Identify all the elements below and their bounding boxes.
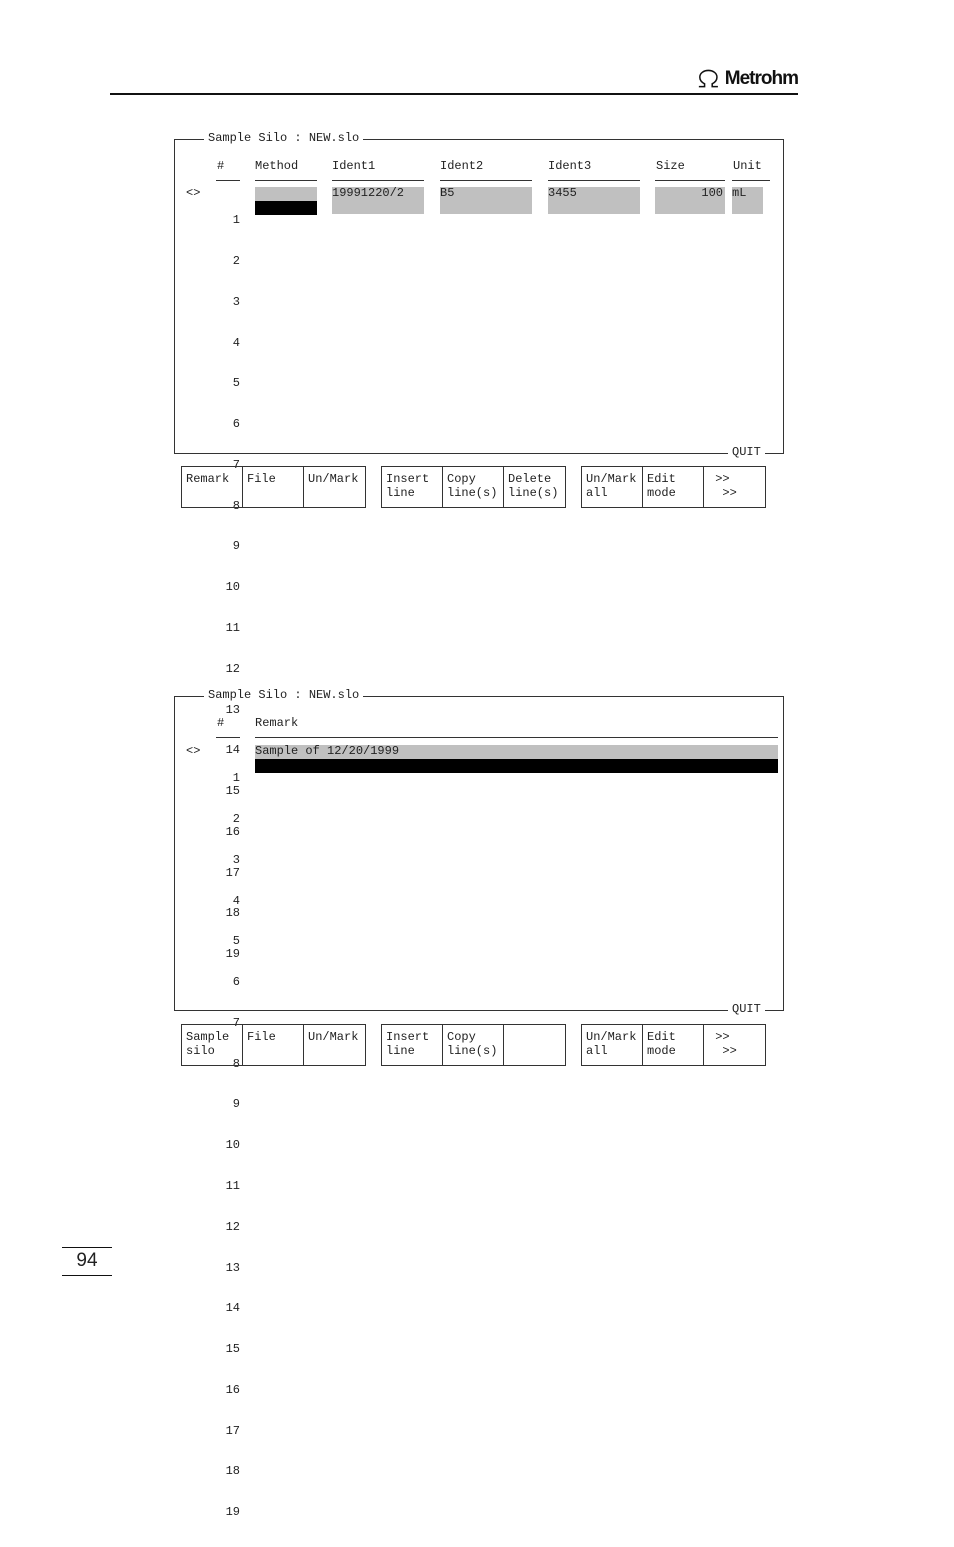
softkey-empty[interactable] <box>504 1025 565 1065</box>
row-number: 16 <box>225 1382 240 1397</box>
row-number: 6 <box>232 417 240 432</box>
softkey-unmark[interactable]: Un/Mark <box>304 1025 365 1065</box>
column-header-unit: Unit <box>733 159 762 173</box>
row-number: 13 <box>225 1260 240 1275</box>
row-number: 19 <box>225 1505 240 1520</box>
softkey-group: Insert line Copy line(s) <box>381 1024 566 1066</box>
row-number: 9 <box>232 539 240 554</box>
softkey-more[interactable]: >> >> <box>704 467 765 507</box>
page-number-rule <box>62 1247 112 1248</box>
quit-label[interactable]: QUIT <box>728 1002 765 1017</box>
row-number: 1 <box>232 771 240 786</box>
softkey-copy-lines[interactable]: Copy line(s) <box>443 467 504 507</box>
softkey-delete-lines[interactable]: Delete line(s) <box>504 467 565 507</box>
softkey-unmark-all[interactable]: Un/Mark all <box>582 1025 643 1065</box>
row-number: 12 <box>225 661 240 676</box>
metrohm-logo: Metrohm <box>696 66 799 92</box>
row-number: 18 <box>225 1464 240 1479</box>
column-rule <box>655 180 725 181</box>
hash-header: # <box>217 716 225 730</box>
cell-remark-active[interactable] <box>255 759 778 773</box>
column-rule <box>732 180 770 181</box>
cell-size-value: 100 <box>701 186 723 200</box>
column-rule <box>255 737 778 738</box>
row-numbers: 1 2 3 4 5 6 7 8 9 10 11 12 13 14 15 16 1… <box>210 745 240 1547</box>
column-header-ident3: Ident3 <box>548 159 592 173</box>
softkey-file[interactable]: File <box>243 467 304 507</box>
header-rule <box>110 93 798 95</box>
column-rule <box>548 180 640 181</box>
row-number: 6 <box>232 975 240 990</box>
row-number: 15 <box>225 1342 240 1357</box>
row-number: 5 <box>232 934 240 949</box>
column-rule <box>255 180 317 181</box>
softkey-unmark[interactable]: Un/Mark <box>304 467 365 507</box>
softkey-group: Un/Mark all Edit mode >> >> <box>581 466 766 508</box>
cell-method[interactable] <box>255 187 317 201</box>
cell-remark-value: Sample of 12/20/1999 <box>255 744 400 758</box>
column-rule <box>440 180 532 181</box>
row-number: 3 <box>232 294 240 309</box>
softkey-edit-mode[interactable]: Edit mode <box>643 467 704 507</box>
omega-icon <box>698 69 718 88</box>
row-number: 10 <box>225 580 240 595</box>
softkey-copy-lines[interactable]: Copy line(s) <box>443 1025 504 1065</box>
row-number: 10 <box>225 1138 240 1153</box>
row-number: 12 <box>225 1219 240 1234</box>
hash-rule <box>216 180 240 181</box>
cell-method-active[interactable] <box>255 201 317 215</box>
softkey-file[interactable]: File <box>243 1025 304 1065</box>
softkey-insert-line[interactable]: Insert line <box>382 467 443 507</box>
page-number: 94 <box>76 1250 98 1271</box>
row-number: 2 <box>232 253 240 268</box>
softkey-group: Un/Mark all Edit mode >> >> <box>581 1024 766 1066</box>
hash-rule <box>216 737 240 738</box>
column-header-method: Method <box>255 159 299 173</box>
cell-ident3-value: 3455 <box>548 186 577 200</box>
page-number-rule <box>62 1275 112 1276</box>
softkey-sample-silo[interactable]: Sample silo <box>182 1025 243 1065</box>
row-number: 14 <box>225 1301 240 1316</box>
softkey-group: Remark File Un/Mark <box>181 466 366 508</box>
softkey-more[interactable]: >> >> <box>704 1025 765 1065</box>
row-number: 4 <box>232 893 240 908</box>
softkey-remark[interactable]: Remark <box>182 467 243 507</box>
row-number: 1 <box>232 213 240 228</box>
cell-ident1-value: 19991220/2 <box>332 186 405 200</box>
row-number: 5 <box>232 376 240 391</box>
column-rule <box>332 180 424 181</box>
softkey-group: Insert line Copy line(s) Delete line(s) <box>381 466 566 508</box>
column-header-size: Size <box>656 159 685 173</box>
brand-name: Metrohm <box>724 68 799 89</box>
quit-label[interactable]: QUIT <box>728 445 765 460</box>
hash-header: # <box>217 159 225 173</box>
screen-title: Sample Silo : NEW.slo <box>204 131 364 146</box>
softkey-edit-mode[interactable]: Edit mode <box>643 1025 704 1065</box>
softkey-unmark-all[interactable]: Un/Mark all <box>582 467 643 507</box>
softkey-insert-line[interactable]: Insert line <box>382 1025 443 1065</box>
row-number: 2 <box>232 811 240 826</box>
row-number: 11 <box>225 621 240 635</box>
row-cursor: <> <box>186 744 201 758</box>
column-header-remark: Remark <box>255 716 299 730</box>
screen-title: Sample Silo : NEW.slo <box>204 688 364 703</box>
column-header-ident2: Ident2 <box>440 159 484 173</box>
row-number: 3 <box>232 852 240 867</box>
cell-unit-value: mL <box>732 186 747 200</box>
column-header-ident1: Ident1 <box>332 159 376 173</box>
row-number: 11 <box>225 1179 240 1193</box>
row-number: 17 <box>225 1423 240 1438</box>
row-number: 4 <box>232 335 240 350</box>
row-cursor: <> <box>186 186 201 200</box>
cell-ident2-value: B5 <box>440 186 455 200</box>
row-number: 9 <box>232 1097 240 1112</box>
softkey-group: Sample silo File Un/Mark <box>181 1024 366 1066</box>
